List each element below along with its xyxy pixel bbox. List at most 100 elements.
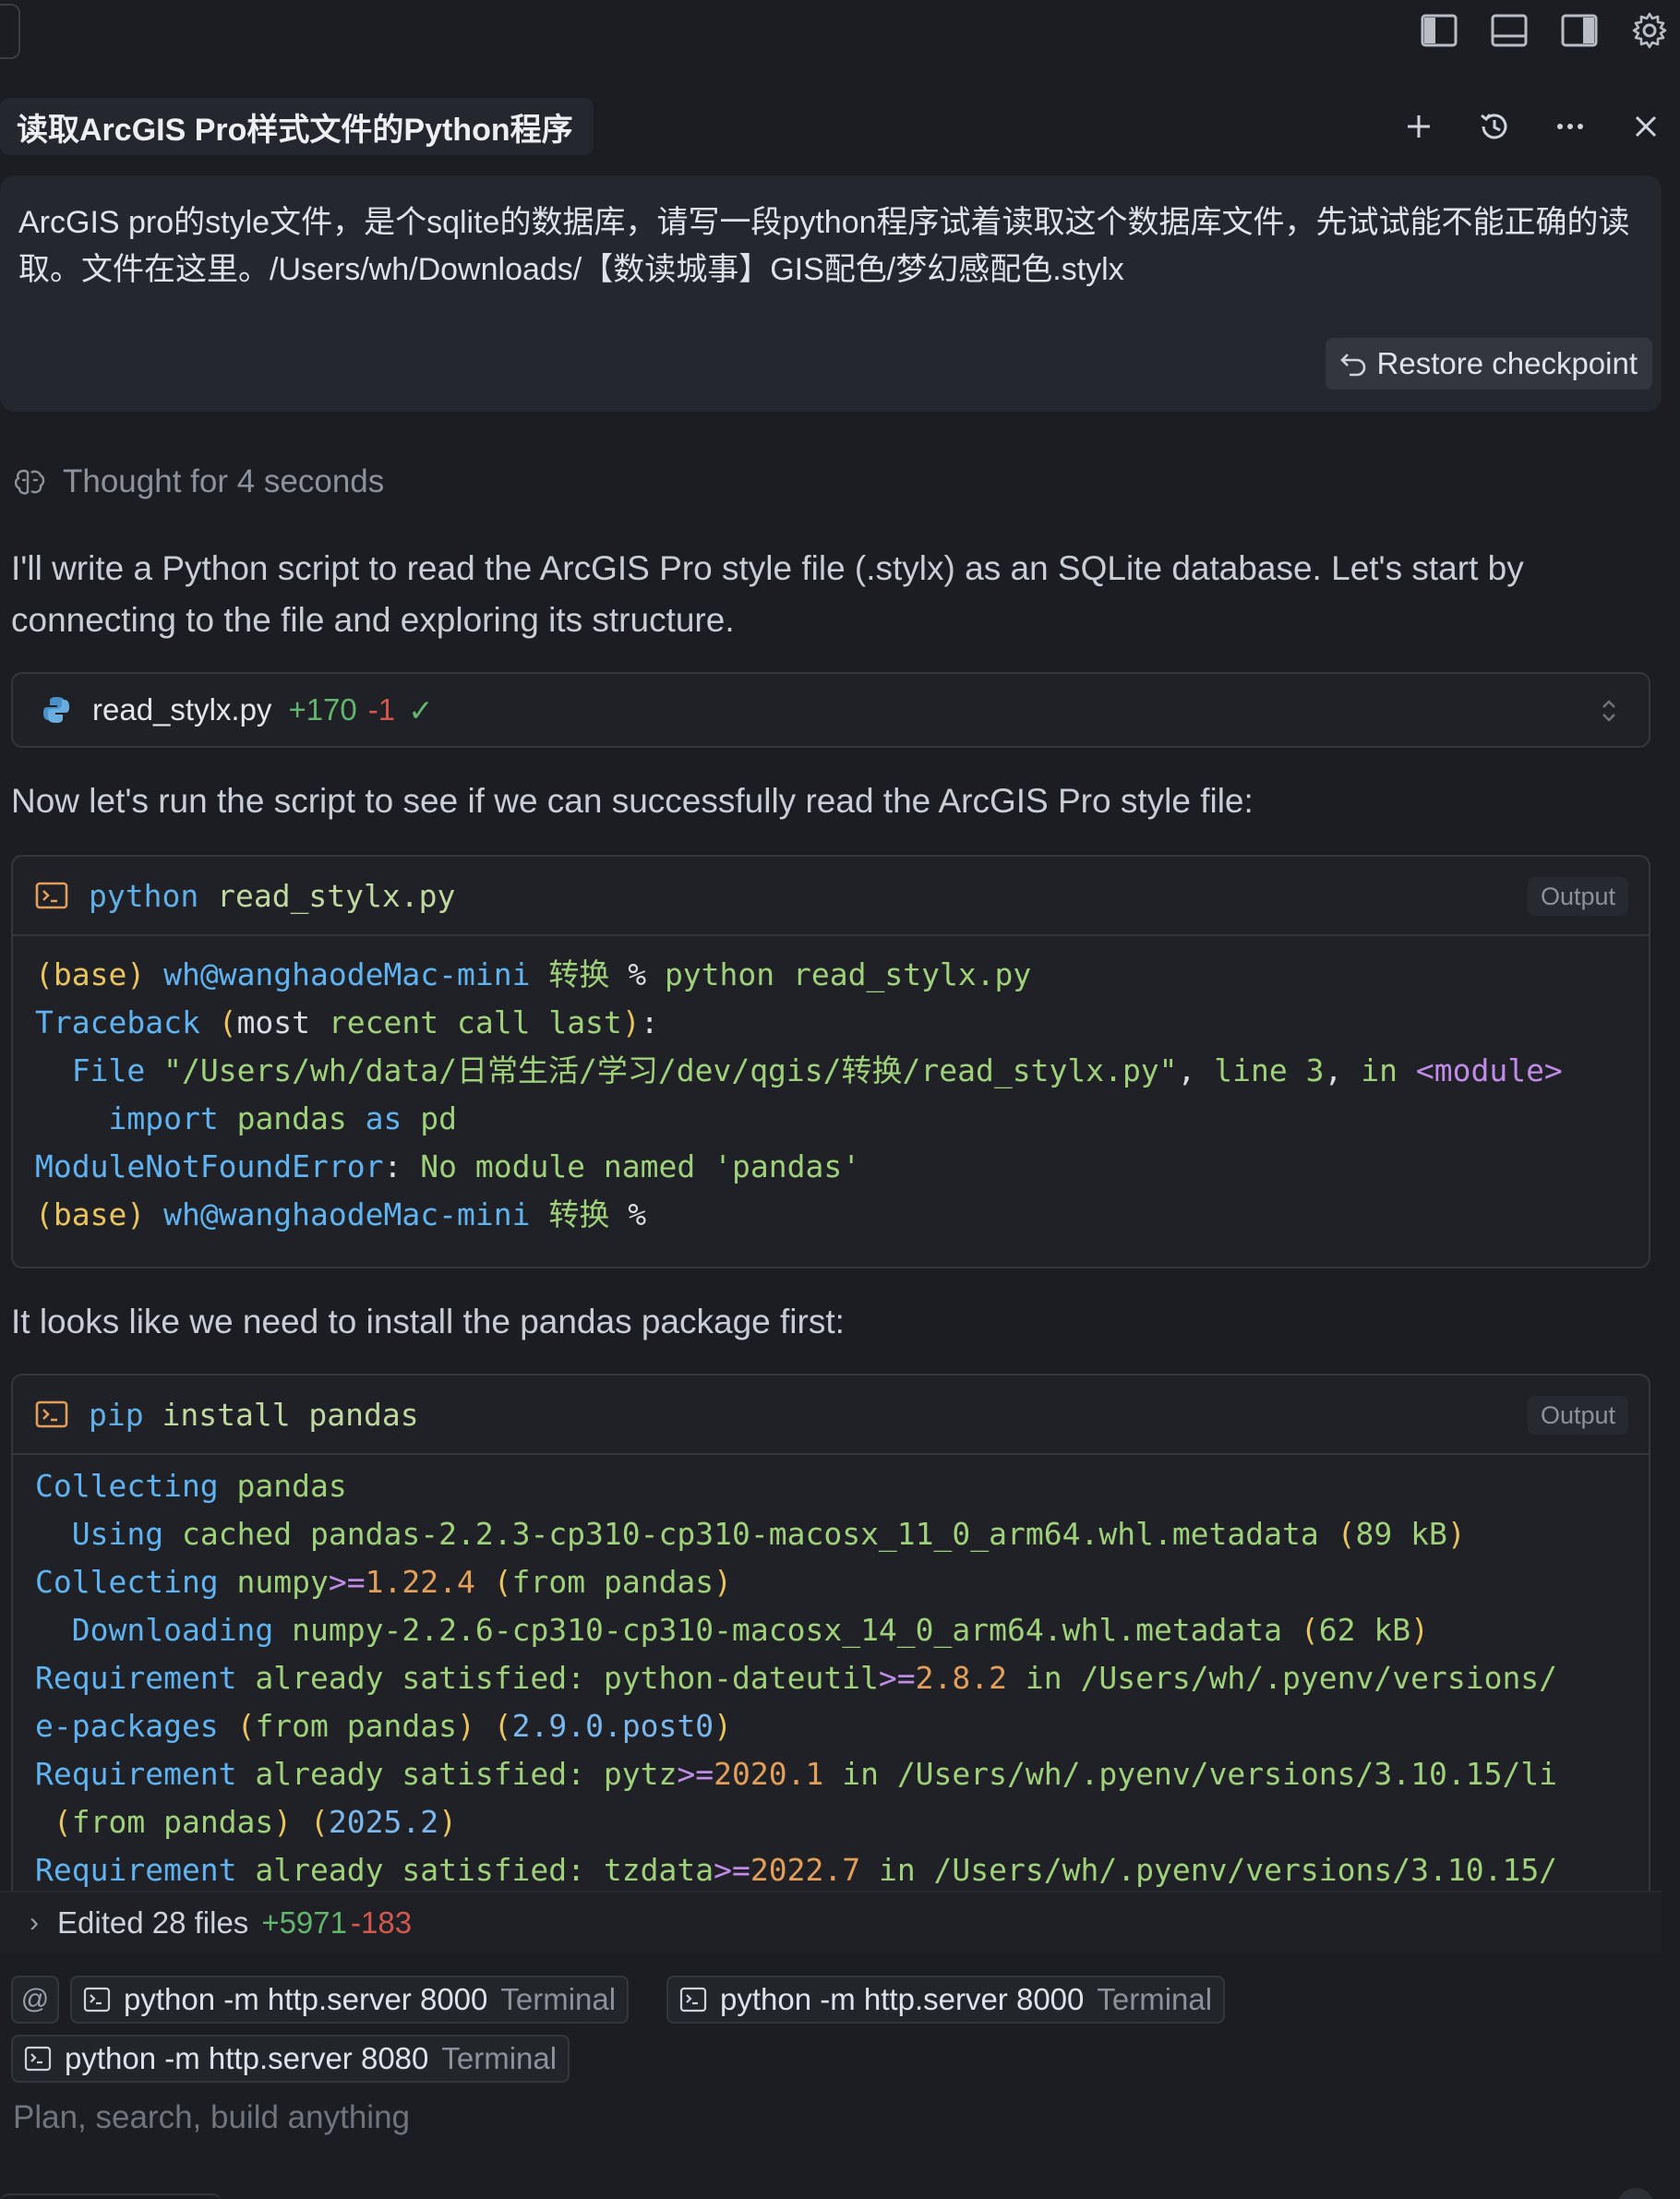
- terminal-token: :: [383, 1148, 402, 1184]
- terminal-token: (: [236, 1708, 256, 1744]
- terminal-token: "/Users/wh/data/日常生活/学习/dev/qgis/转换/read…: [145, 1052, 1178, 1088]
- terminal-token: in /Users/wh/.pyenv/versions/: [1007, 1660, 1558, 1696]
- chat-title-row: 读取ArcGIS Pro样式文件的Python程序: [0, 98, 1680, 155]
- terminal-token: ): [1446, 1516, 1466, 1552]
- terminal-token: ): [273, 1804, 293, 1840]
- undo-arrow-icon: [1339, 354, 1365, 377]
- terminal-token: already satisfied: tzdata: [236, 1852, 714, 1888]
- terminal-token: Requirement: [35, 1756, 237, 1792]
- terminal-token: (base): [35, 1196, 146, 1232]
- terminal-line: Requirement already satisfied: tzdata>=2…: [35, 1846, 1649, 1891]
- terminal-token: already satisfied: python-dateutil: [236, 1660, 879, 1696]
- terminal-token: (: [310, 1804, 329, 1840]
- terminal-token: (: [218, 1004, 237, 1040]
- terminal-token: :: [640, 1004, 659, 1040]
- more-icon[interactable]: [1547, 103, 1593, 150]
- terminal-token: ): [621, 1004, 641, 1040]
- terminal-token: ): [1410, 1612, 1429, 1648]
- command-program: python: [89, 877, 199, 914]
- terminal-line: File "/Users/wh/data/日常生活/学习/dev/qgis/转换…: [35, 1047, 1649, 1095]
- terminal-token: 2025.2: [328, 1804, 439, 1840]
- expand-collapse-icon[interactable]: [1595, 694, 1623, 727]
- terminal-line: Requirement already satisfied: python-da…: [35, 1654, 1649, 1702]
- terminal-token: >=: [878, 1660, 916, 1696]
- send-button-edge[interactable]: [1617, 2188, 1654, 2199]
- user-message-card[interactable]: ArcGIS pro的style文件，是个sqlite的数据库，请写一段pyth…: [0, 175, 1662, 412]
- toggle-right-sidebar-icon[interactable]: [1558, 9, 1601, 52]
- terminal-token: No module named 'pandas': [402, 1148, 861, 1184]
- terminal-token: already satisfied: pytz: [236, 1756, 678, 1792]
- composer-input[interactable]: Plan, search, build anything: [13, 2099, 410, 2136]
- command-args: install pandas: [162, 1396, 419, 1433]
- terminal-token: (: [1300, 1612, 1319, 1648]
- command-args: read_stylx.py: [217, 877, 456, 914]
- user-message-text: ArcGIS pro的style文件，是个sqlite的数据库，请写一段pyth…: [18, 205, 1630, 287]
- context-chip-terminal[interactable]: python -m http.server 8000 Terminal: [666, 1976, 1226, 2024]
- chat-title[interactable]: 读取ArcGIS Pro样式文件的Python程序: [0, 98, 594, 155]
- terminal-token: ,: [1324, 1052, 1343, 1088]
- thought-indicator[interactable]: Thought for 4 seconds: [11, 463, 384, 500]
- terminal-icon: [679, 1987, 707, 2013]
- brain-icon: [14, 469, 45, 495]
- terminal-token: from pandas: [255, 1708, 457, 1744]
- terminal-token: Requirement: [35, 1660, 237, 1696]
- terminal-token: 62 kB: [1318, 1612, 1411, 1648]
- toggle-bottom-panel-icon[interactable]: [1488, 9, 1530, 52]
- terminal-token: Collecting: [35, 1468, 219, 1504]
- close-icon[interactable]: [1623, 103, 1669, 150]
- terminal-block-run-script[interactable]: python read_stylx.py Output (base) wh@wa…: [11, 855, 1650, 1268]
- terminal-line: Using cached pandas-2.2.3-cp310-cp310-ma…: [35, 1510, 1649, 1558]
- terminal-line: e-packages (from pandas) (2.9.0.post0): [35, 1702, 1649, 1750]
- terminal-token: %: [609, 1196, 647, 1232]
- terminal-token: wh@wanghaodeMac-mini: [163, 956, 531, 992]
- terminal-token: (: [493, 1564, 512, 1600]
- output-badge[interactable]: Output: [1527, 877, 1628, 916]
- terminal-token: line 3: [1195, 1052, 1325, 1088]
- terminal-header: pip install pandas Output: [13, 1376, 1649, 1455]
- terminal-output: Collecting pandas Using cached pandas-2.…: [13, 1455, 1649, 1891]
- settings-gear-icon[interactable]: [1628, 9, 1671, 52]
- chat-title-actions: [1396, 103, 1669, 150]
- terminal-token: 2020.1: [714, 1756, 824, 1792]
- terminal-token: 2022.7: [750, 1852, 861, 1888]
- terminal-block-pip-install[interactable]: pip install pandas Output Collecting pan…: [11, 1374, 1650, 1891]
- context-chip-terminal[interactable]: python -m http.server 8000 Terminal: [70, 1976, 630, 2024]
- terminal-token: in: [1342, 1052, 1416, 1088]
- file-edit-card[interactable]: read_stylx.py +170 -1 ✓: [11, 672, 1650, 748]
- terminal-line: Collecting numpy>=1.22.4 (from pandas): [35, 1558, 1649, 1606]
- terminal-token: Traceback: [35, 1004, 200, 1040]
- output-badge[interactable]: Output: [1527, 1396, 1628, 1435]
- plus-icon[interactable]: [1396, 103, 1442, 150]
- terminal-token: 89 kB: [1355, 1516, 1447, 1552]
- python-file-icon: [43, 697, 69, 723]
- terminal-token: ): [714, 1564, 733, 1600]
- terminal-token: (: [493, 1708, 512, 1744]
- left-panel-edge: [0, 4, 20, 59]
- terminal-token: most: [236, 1004, 311, 1040]
- terminal-token: Using: [71, 1516, 164, 1552]
- terminal-token: >=: [677, 1756, 714, 1792]
- context-chip-terminal[interactable]: python -m http.server 8080 Terminal: [11, 2035, 570, 2083]
- edited-files-bar[interactable]: › Edited 28 files +5971 -183: [0, 1891, 1662, 1953]
- terminal-token: from pandas: [71, 1804, 274, 1840]
- terminal-icon: [24, 2046, 52, 2072]
- restore-checkpoint-button[interactable]: Restore checkpoint: [1325, 338, 1652, 390]
- terminal-token: as: [365, 1100, 402, 1136]
- terminal-token: 转换: [548, 1196, 610, 1232]
- mention-button[interactable]: @: [11, 1976, 59, 2024]
- terminal-line: (base) wh@wanghaodeMac-mini 转换 %: [35, 1191, 1649, 1239]
- terminal-token: 2.8.2: [915, 1660, 1008, 1696]
- history-icon[interactable]: [1471, 103, 1518, 150]
- assistant-install-text: It looks like we need to install the pan…: [11, 1303, 845, 1340]
- toggle-left-sidebar-icon[interactable]: [1418, 9, 1460, 52]
- thought-label: Thought for 4 seconds: [63, 463, 385, 499]
- terminal-line: (from pandas) (2025.2): [35, 1798, 1649, 1846]
- terminal-output: (base) wh@wanghaodeMac-mini 转换 % python …: [13, 936, 1649, 1239]
